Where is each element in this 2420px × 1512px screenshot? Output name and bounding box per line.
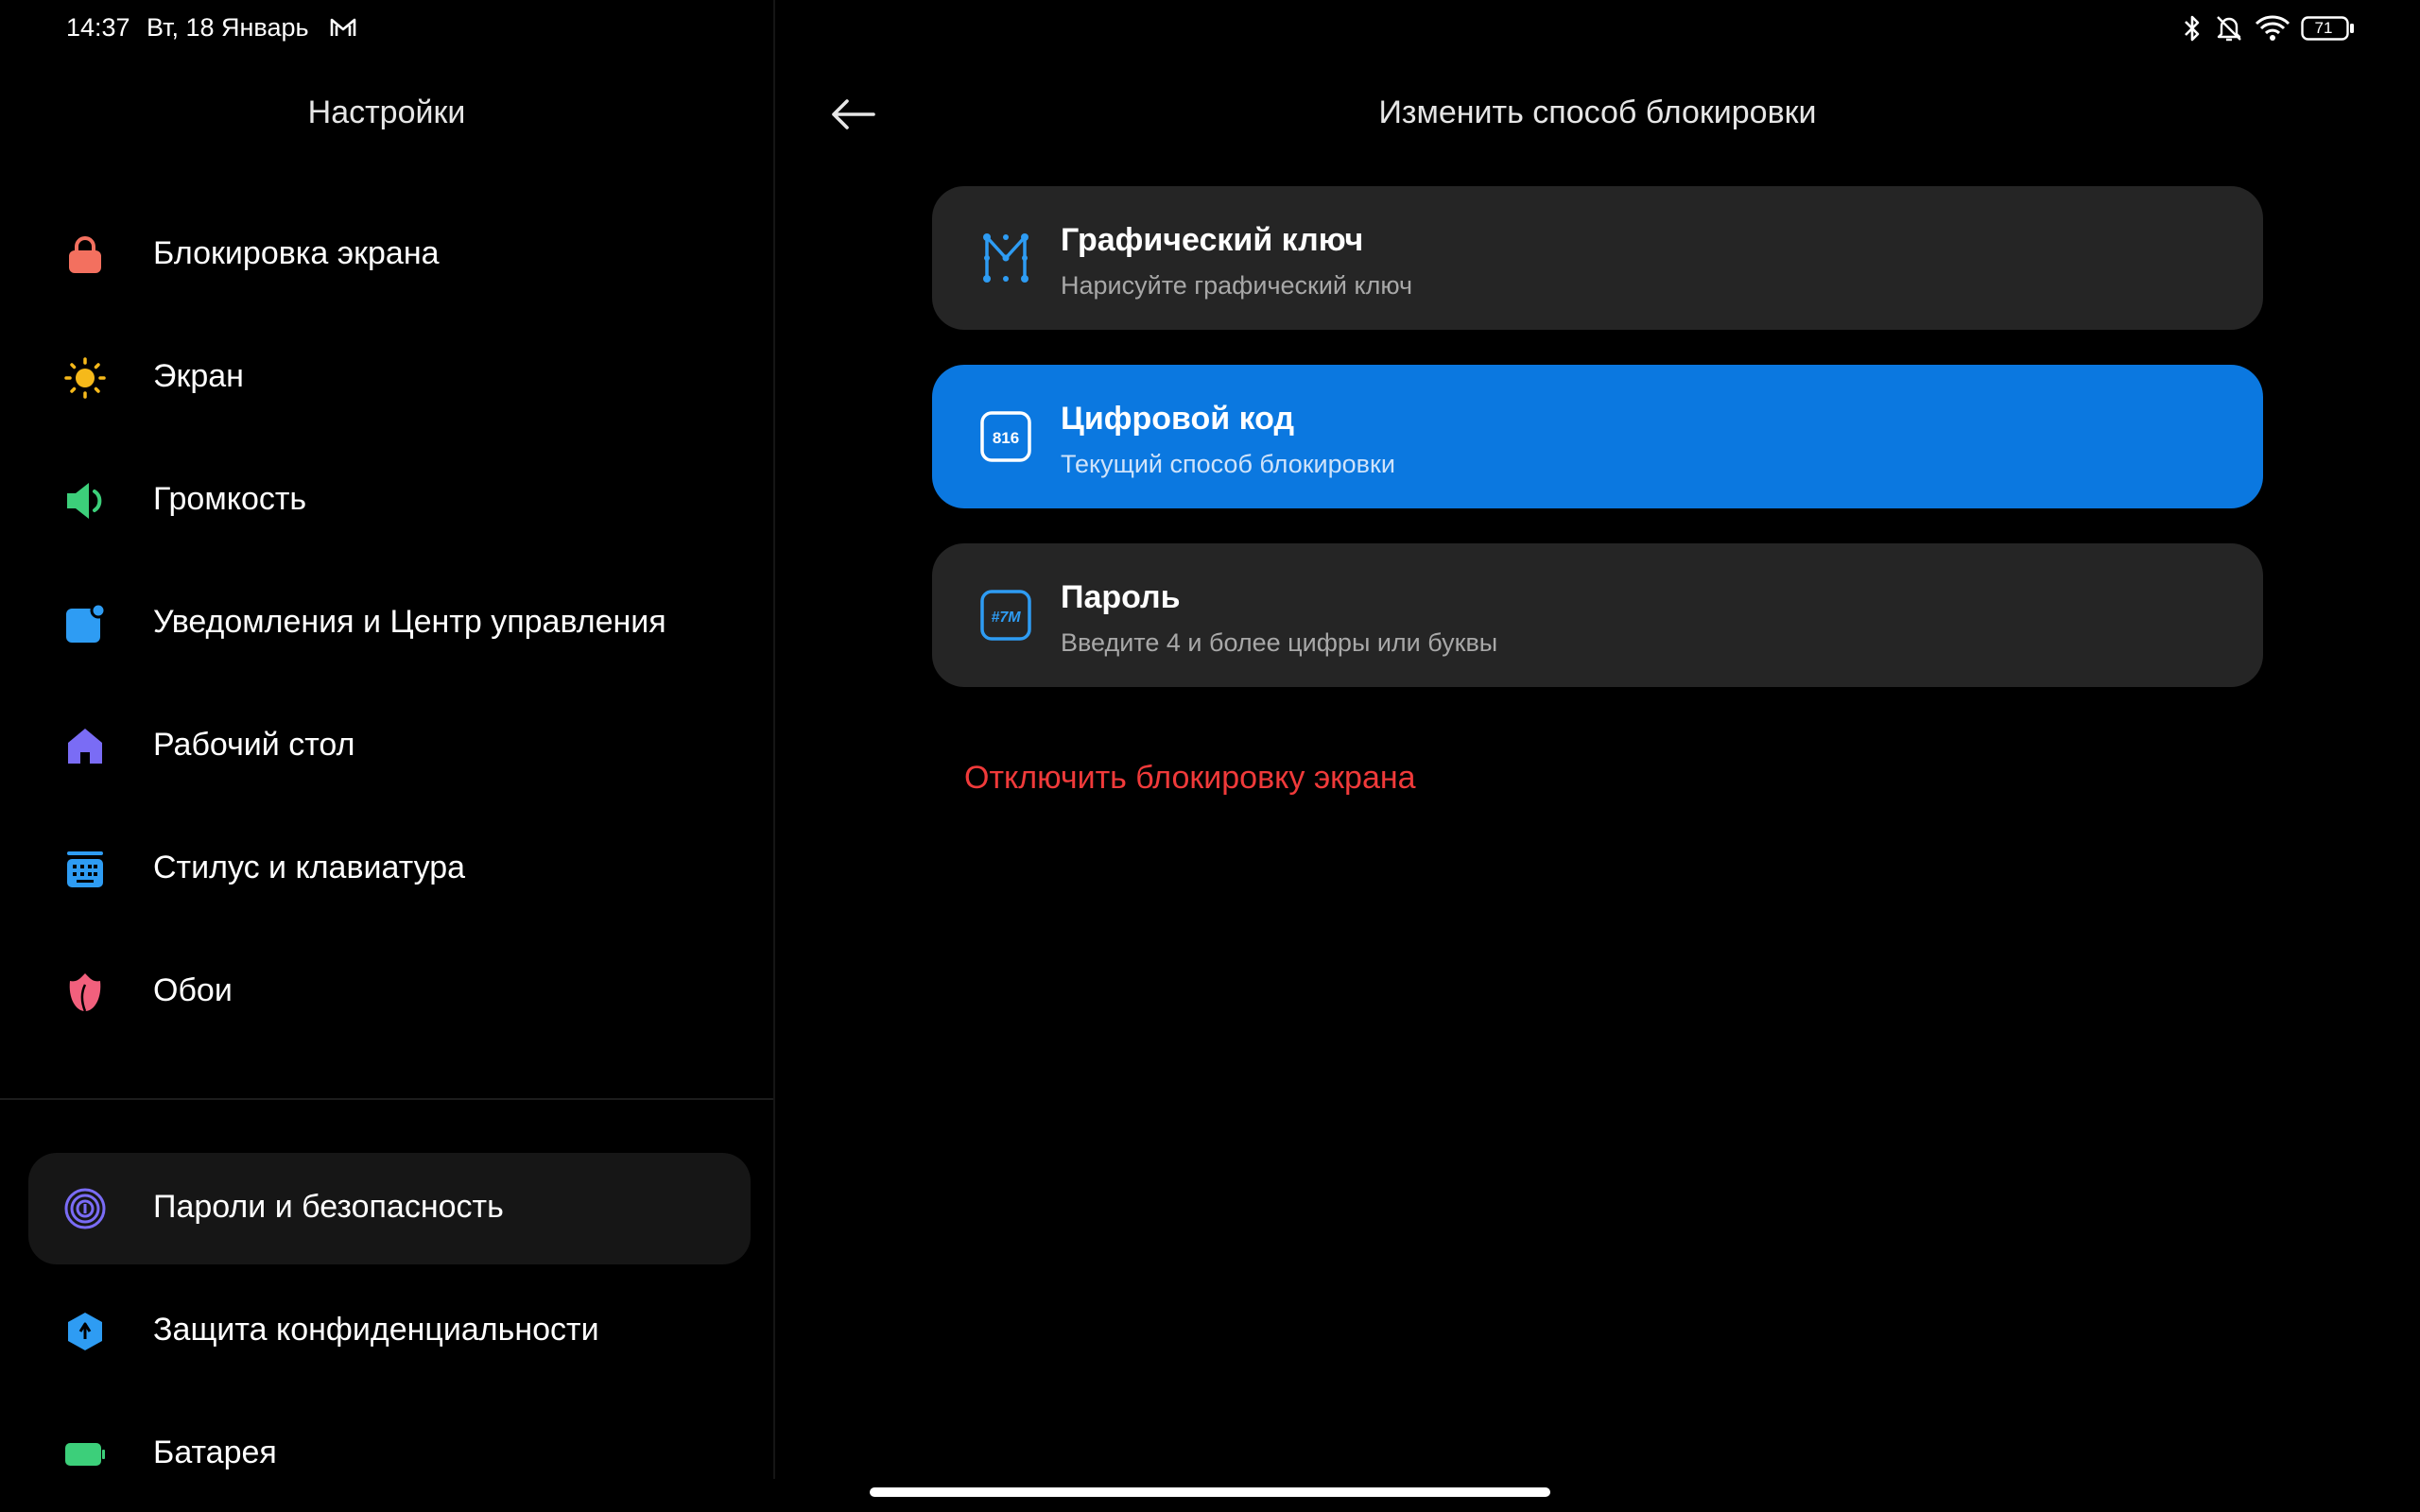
sidebar-item-label: Стилус и клавиатура <box>153 850 466 885</box>
fingerprint-icon <box>64 1188 106 1229</box>
sidebar-item-lock-screen[interactable]: Блокировка экрана <box>28 199 751 311</box>
sidebar-item-wallpaper[interactable]: Обои <box>28 936 751 1048</box>
sidebar-item-desktop[interactable]: Рабочий стол <box>28 691 751 802</box>
password-icon-text: #7M <box>991 610 1021 626</box>
pin-icon: 816 <box>980 411 1031 462</box>
option-title: Графический ключ <box>1061 222 1364 258</box>
sidebar-title: Настройки <box>307 94 466 130</box>
wifi-icon <box>2255 15 2290 41</box>
option-title: Цифровой код <box>1061 401 1295 437</box>
privacy-shield-icon <box>68 1313 102 1350</box>
page-title: Изменить способ блокировки <box>1378 94 1817 130</box>
option-password[interactable]: #7M Пароль Введите 4 и более цифры или б… <box>932 543 2263 687</box>
sidebar-item-label: Защита конфиденциальности <box>153 1312 599 1348</box>
notification-icon <box>66 603 106 643</box>
lock-icon <box>69 236 101 273</box>
sidebar-item-label: Батарея <box>153 1435 277 1470</box>
sidebar-item-label: Пароли и безопасность <box>153 1189 504 1225</box>
sidebar-item-privacy[interactable]: Защита конфиденциальности <box>28 1276 751 1387</box>
sidebar-item-notifications[interactable]: Уведомления и Центр управления <box>28 568 751 679</box>
keyboard-icon <box>67 851 103 887</box>
sidebar-item-label: Уведомления и Центр управления <box>153 604 666 640</box>
option-subtitle: Нарисуйте графический ключ <box>1061 271 1413 300</box>
pin-icon-text: 816 <box>993 429 1019 447</box>
option-subtitle: Текущий способ блокировки <box>1061 450 1395 478</box>
sidebar-item-stylus-keyboard[interactable]: Стилус и клавиатура <box>28 814 751 925</box>
sidebar-item-display[interactable]: Экран <box>28 322 751 434</box>
option-title: Пароль <box>1061 579 1181 615</box>
panel-divider <box>773 0 775 1479</box>
battery-level: 71 <box>2314 19 2333 37</box>
sidebar-item-passwords-security[interactable]: Пароли и безопасность <box>28 1153 751 1264</box>
sidebar-item-label: Рабочий стол <box>153 727 355 763</box>
sun-icon <box>64 357 106 399</box>
sidebar-divider <box>0 1098 773 1100</box>
sidebar-item-label: Блокировка экрана <box>153 235 440 271</box>
sidebar-item-battery[interactable]: Батарея <box>28 1399 751 1510</box>
home-icon <box>68 729 102 764</box>
sidebar-item-label: Обои <box>153 972 233 1008</box>
password-icon: #7M <box>980 590 1031 641</box>
disable-lock-screen-button[interactable]: Отключить блокировку экрана <box>964 760 1416 797</box>
pattern-icon <box>983 233 1028 283</box>
settings-sidebar: Настройки Блокировка экрана Экран Громко… <box>0 0 773 1512</box>
sidebar-item-label: Экран <box>153 358 244 394</box>
sidebar-item-label: Громкость <box>153 481 307 517</box>
battery-indicator: 71 <box>2301 15 2356 42</box>
battery-icon <box>65 1443 105 1466</box>
sidebar-item-volume[interactable]: Громкость <box>28 445 751 557</box>
bluetooth-icon <box>2185 15 2200 42</box>
tulip-icon <box>69 973 101 1012</box>
option-subtitle: Введите 4 и более цифры или буквы <box>1061 628 1498 657</box>
home-indicator[interactable] <box>870 1487 1550 1497</box>
mute-bell-icon <box>2217 16 2241 42</box>
option-pattern[interactable]: Графический ключ Нарисуйте графический к… <box>932 186 2263 330</box>
speaker-icon <box>67 483 102 519</box>
option-pin[interactable]: 816 Цифровой код Текущий способ блокиров… <box>932 365 2263 508</box>
